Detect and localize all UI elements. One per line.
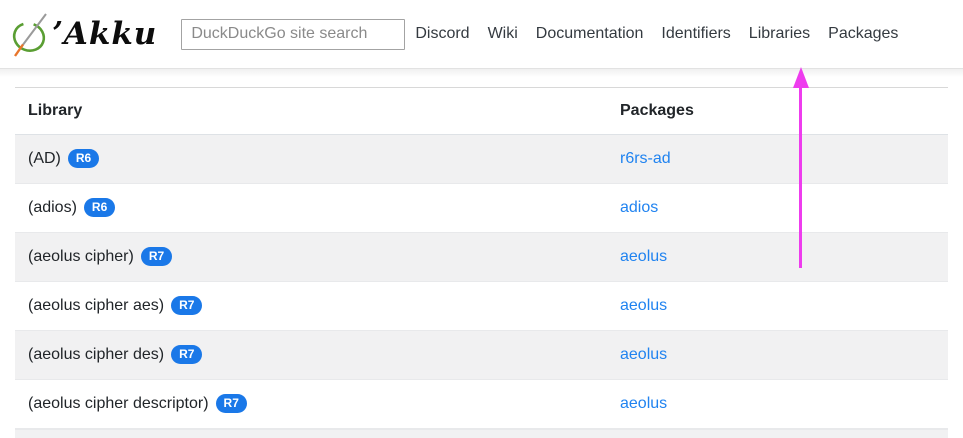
nav-item-discord[interactable]: Discord [415,25,469,43]
navbar: ʼAkku Discord Wiki Documentation Identif… [0,0,963,69]
library-name: (AD) [28,149,61,167]
package-link[interactable]: aeolus [620,346,667,363]
standard-badge: R7 [140,246,173,266]
navbar-shadow [0,69,963,77]
brand-name: ʼAkku [52,15,158,52]
standard-badge: R7 [171,295,203,315]
library-name: (aeolus cipher descriptor) [28,394,209,412]
package-link[interactable]: aeolus [620,248,667,265]
nav-item-libraries[interactable]: Libraries [749,25,810,43]
annotation-arrow-head-icon [793,67,809,88]
main-nav: Discord Wiki Documentation Identifiers L… [406,25,898,43]
brand-logo[interactable]: ʼAkku [8,8,157,60]
standard-badge: R6 [83,197,116,217]
nav-item-wiki[interactable]: Wiki [488,25,518,43]
nav-item-packages[interactable]: Packages [828,25,898,43]
table-row: (AD) R6 r6rs-ad [15,134,948,184]
table-row: (aeolus cipher aes) R7 aeolus [15,282,948,331]
library-name: (aeolus cipher des) [28,345,165,363]
library-name: (adios) [28,198,77,216]
standard-badge: R6 [67,148,100,168]
column-header-library: Library [28,102,83,119]
table-row: (aeolus cipher) R7 aeolus [15,232,948,282]
table-row: (aeolus cipher des) R7 aeolus [15,330,948,380]
library-name: (aeolus cipher aes) [28,296,165,314]
package-link[interactable]: adios [620,199,658,216]
standard-badge: R7 [215,393,247,413]
package-link[interactable]: r6rs-ad [620,150,671,167]
libraries-table: Library Packages (AD) R6 r6rs-ad (adios) R… [15,87,948,429]
standard-badge: R7 [171,344,203,364]
table-row: (aeolus cipher descriptor) R7 aeolus [15,380,948,429]
main-content: Library Packages (AD) R6 r6rs-ad (adios) R… [0,87,963,438]
table-body: (AD) R6 r6rs-ad (adios) R6 adios (aeolus c… [15,134,948,429]
table-row: (adios) R6 adios [15,184,948,233]
akku-logo-icon [8,8,56,60]
library-name: (aeolus cipher) [28,247,134,265]
package-link[interactable]: aeolus [620,297,667,314]
site-search-input[interactable] [181,18,406,50]
table-row-partial [15,429,948,438]
table-header: Library Packages [15,87,948,135]
package-link[interactable]: aeolus [620,395,667,412]
nav-item-identifiers[interactable]: Identifiers [661,25,730,43]
column-header-packages: Packages [620,102,694,119]
nav-item-documentation[interactable]: Documentation [536,25,644,43]
